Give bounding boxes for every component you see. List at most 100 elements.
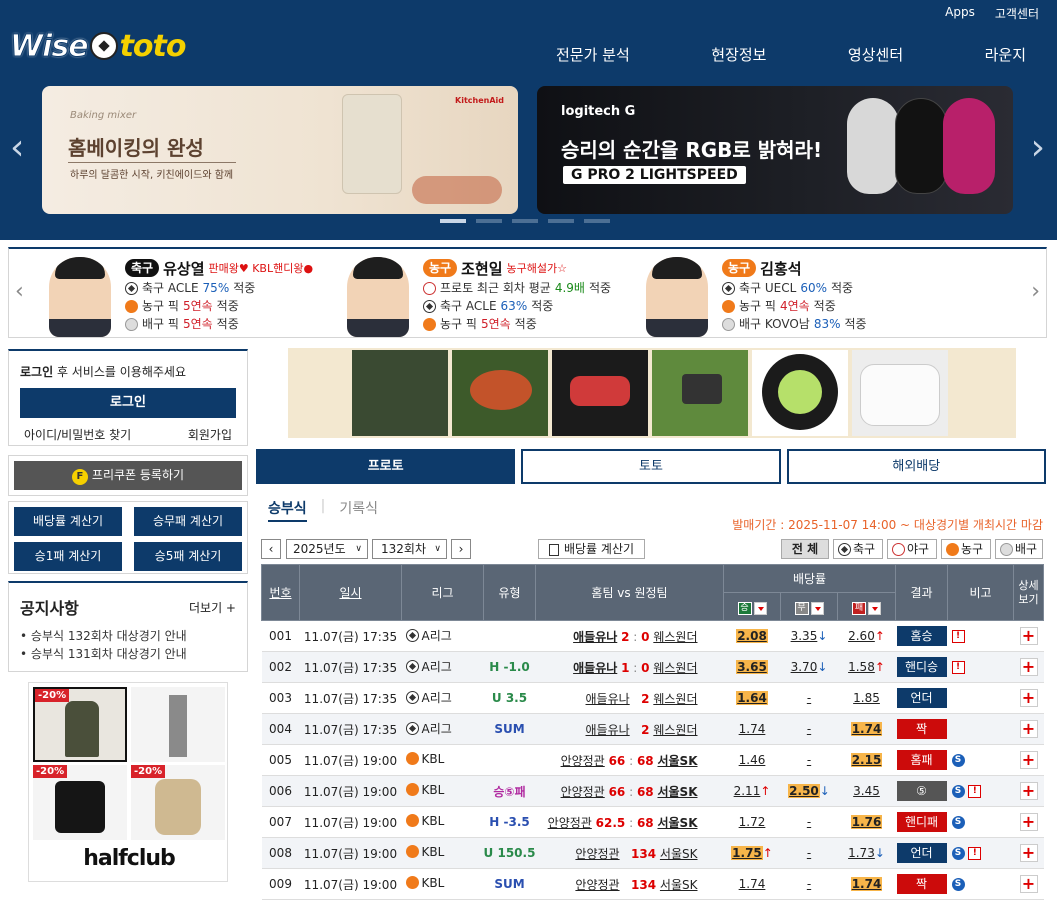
- product-jacket-image[interactable]: -20%: [33, 687, 127, 762]
- notice-item[interactable]: 승부식 131회차 대상경기 안내: [20, 645, 236, 663]
- pagination-dot[interactable]: [476, 219, 502, 223]
- odds-value[interactable]: 1.46: [739, 753, 766, 767]
- detail-plus-icon[interactable]: +: [1019, 627, 1038, 645]
- odds-value[interactable]: -: [807, 815, 811, 829]
- filter-basketball[interactable]: 농구: [941, 539, 991, 559]
- odds-value[interactable]: -: [807, 877, 811, 891]
- nav-item-expert-analysis[interactable]: 전문가 분석: [556, 44, 630, 65]
- detail-plus-icon[interactable]: +: [1019, 782, 1038, 800]
- odds-value[interactable]: 2.11: [734, 784, 761, 798]
- home-team[interactable]: 안양정관: [575, 847, 619, 861]
- special-info-icon[interactable]: S: [951, 754, 965, 767]
- pagination-dot[interactable]: [584, 219, 610, 223]
- year-select[interactable]: 2025년도 ∨: [286, 539, 368, 559]
- odds-value[interactable]: 1.75: [731, 846, 763, 860]
- home-team[interactable]: 안양정관: [561, 754, 605, 768]
- odds-value[interactable]: 1.74: [850, 722, 883, 736]
- nav-item-video-center[interactable]: 영상센터: [848, 44, 903, 65]
- detail-plus-icon[interactable]: +: [1019, 689, 1038, 707]
- odds-value[interactable]: 1.73: [848, 846, 875, 860]
- home-team[interactable]: 애들유나: [573, 630, 617, 644]
- col-header-number[interactable]: 번호: [261, 564, 300, 621]
- login-button[interactable]: 로그인: [20, 388, 236, 418]
- filter-volleyball[interactable]: 배구: [995, 539, 1043, 559]
- odds-value[interactable]: 2.50: [788, 784, 820, 798]
- away-team[interactable]: 서울SK: [660, 878, 698, 892]
- detail-plus-icon[interactable]: +: [1019, 658, 1038, 676]
- away-team[interactable]: 서울SK: [657, 785, 697, 799]
- odds-calculator-small-button[interactable]: 배당률 계산기: [538, 539, 645, 559]
- odds-value[interactable]: 1.85: [853, 691, 880, 705]
- away-team[interactable]: 서울SK: [660, 847, 698, 861]
- odds-calculator-button[interactable]: 배당률 계산기: [14, 507, 122, 536]
- detail-plus-icon[interactable]: +: [1019, 751, 1038, 769]
- banner-prev-arrow-icon[interactable]: ‹: [10, 130, 24, 166]
- odds-sort-loss[interactable]: 패: [837, 592, 896, 621]
- pagination-dot[interactable]: [512, 219, 538, 223]
- detail-plus-icon[interactable]: +: [1019, 875, 1038, 893]
- signup-link[interactable]: 회원가입: [188, 426, 232, 443]
- odds-value[interactable]: 1.58: [848, 660, 875, 674]
- top-link-support[interactable]: 고객센터: [995, 5, 1039, 22]
- odds-value[interactable]: 1.74: [739, 722, 766, 736]
- home-team[interactable]: 애들유나: [586, 723, 630, 737]
- product-pants-image[interactable]: [131, 687, 225, 762]
- filter-baseball[interactable]: 야구: [887, 539, 937, 559]
- odds-value[interactable]: 3.35: [791, 629, 818, 643]
- notice-more-link[interactable]: 더보기 +: [189, 599, 236, 616]
- expert-card[interactable]: 농구 김홍석 축구 UECL 60% 적중 농구 픽 4연속 적중 배구 KOVO남 83% 적중: [646, 253, 936, 337]
- halfclub-ad[interactable]: -20% -20% -20% halfclub: [28, 682, 228, 882]
- site-logo[interactable]: Wise toto: [10, 26, 187, 66]
- tab-overseas-odds[interactable]: 해외배당: [786, 449, 1046, 484]
- detail-plus-icon[interactable]: +: [1019, 813, 1038, 831]
- nav-item-field-info[interactable]: 현장정보: [711, 44, 766, 65]
- subtab-record[interactable]: 기록식: [339, 498, 378, 522]
- odds-sort-win[interactable]: 승: [723, 592, 781, 621]
- away-team[interactable]: 웨스원더: [653, 661, 697, 675]
- alert-icon[interactable]: !: [968, 847, 982, 860]
- col-header-datetime[interactable]: 일시: [299, 564, 402, 621]
- subtab-win-loss[interactable]: 승부식: [268, 498, 307, 522]
- away-team[interactable]: 서울SK: [657, 816, 697, 830]
- filter-all[interactable]: 전 체: [781, 539, 829, 559]
- pagination-dot[interactable]: [440, 219, 466, 223]
- home-team[interactable]: 애들유나: [586, 692, 630, 706]
- nav-item-lounge[interactable]: 라운지: [985, 44, 1026, 65]
- home-team[interactable]: 안양정관: [561, 785, 605, 799]
- home-team[interactable]: 안양정관: [575, 878, 619, 892]
- special-info-icon[interactable]: S: [951, 785, 965, 798]
- odds-value[interactable]: 2.08: [736, 629, 768, 643]
- away-team[interactable]: 웨스원더: [653, 692, 697, 706]
- odds-value[interactable]: -: [807, 722, 811, 736]
- tab-proto[interactable]: 프로토: [256, 449, 516, 484]
- away-team[interactable]: 웨스원더: [653, 630, 697, 644]
- odds-value[interactable]: 1.72: [739, 815, 766, 829]
- odds-value[interactable]: 1.76: [850, 815, 883, 829]
- round-select[interactable]: 132회차 ∨: [372, 539, 447, 559]
- odds-value[interactable]: 3.65: [736, 660, 768, 674]
- banner-next-arrow-icon[interactable]: ›: [1031, 130, 1045, 166]
- detail-plus-icon[interactable]: +: [1019, 844, 1038, 862]
- filter-soccer[interactable]: 축구: [833, 539, 883, 559]
- odds-sort-draw[interactable]: 무: [780, 592, 838, 621]
- alert-icon[interactable]: !: [951, 630, 965, 643]
- win5loss-calculator-button[interactable]: 승5패 계산기: [134, 542, 242, 571]
- odds-value[interactable]: 1.74: [739, 877, 766, 891]
- product-black-jacket-image[interactable]: -20%: [33, 765, 127, 840]
- round-prev-button[interactable]: ‹: [261, 539, 281, 559]
- find-account-link[interactable]: 아이디/비밀번호 찾기: [24, 426, 131, 443]
- tab-toto[interactable]: 토토: [521, 449, 781, 484]
- round-next-button[interactable]: ›: [451, 539, 471, 559]
- detail-plus-icon[interactable]: +: [1019, 720, 1038, 738]
- alert-icon[interactable]: !: [968, 785, 982, 798]
- odds-value[interactable]: 1.64: [736, 691, 768, 705]
- coupon-register-button[interactable]: F 프리쿠폰 등록하기: [14, 461, 242, 490]
- home-team[interactable]: 안양정관: [548, 816, 592, 830]
- win1loss-calculator-button[interactable]: 승1패 계산기: [14, 542, 122, 571]
- odds-value[interactable]: 2.60: [848, 629, 875, 643]
- odds-value[interactable]: 3.45: [853, 784, 880, 798]
- odds-value[interactable]: -: [807, 691, 811, 705]
- special-info-icon[interactable]: S: [951, 847, 965, 860]
- notice-item[interactable]: 승부식 132회차 대상경기 안내: [20, 627, 236, 645]
- odds-value[interactable]: -: [807, 846, 811, 860]
